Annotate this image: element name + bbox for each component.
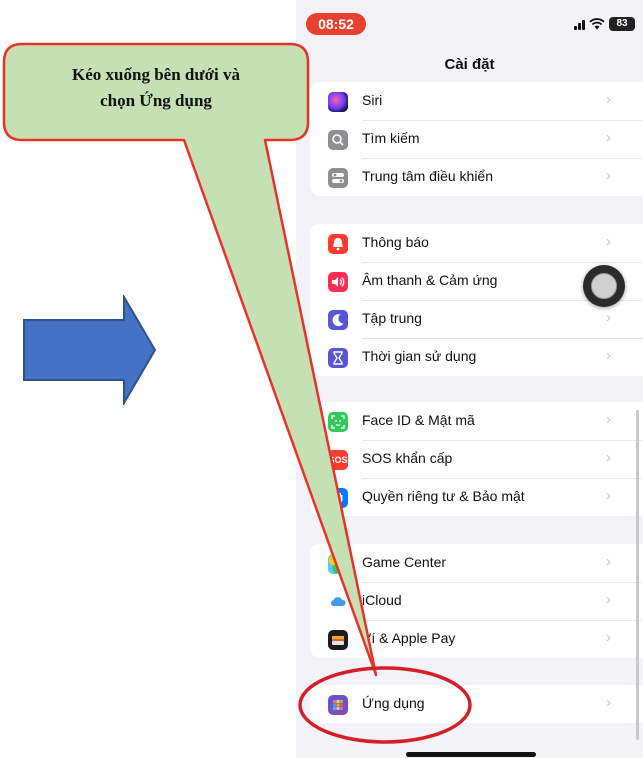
wallet-icon — [328, 630, 348, 650]
settings-group-security: Face ID & Mật mã › SOS SOS khẩn cấp › Qu… — [310, 402, 643, 516]
row-privacy-security[interactable]: Quyền riêng tư & Bảo mật › — [310, 478, 643, 516]
settings-screen: 08:52 83 Cài đặt Siri › Tìm kiếm › Trung… — [296, 0, 643, 758]
row-control-center[interactable]: Trung tâm điều khiển › — [310, 158, 643, 196]
row-label: Quyền riêng tư & Bảo mật — [362, 488, 525, 504]
privacy-hand-icon — [328, 488, 348, 508]
chevron-right-icon: › — [606, 694, 611, 711]
row-label: Face ID & Mật mã — [362, 412, 475, 428]
assistive-touch-ring — [591, 273, 617, 299]
chevron-right-icon: › — [606, 309, 611, 326]
row-screen-time[interactable]: Thời gian sử dụng › — [310, 338, 643, 376]
row-label: Trung tâm điều khiển — [362, 168, 493, 184]
settings-group-accounts: Game Center › iCloud › Ví & Apple Pay › — [310, 544, 643, 658]
callout-line-1: Kéo xuống bên dưới và — [72, 65, 240, 84]
sos-icon: SOS — [328, 450, 348, 470]
row-label: iCloud — [362, 592, 402, 608]
status-icons: 83 — [574, 14, 635, 34]
row-search[interactable]: Tìm kiếm › — [310, 120, 643, 158]
apps-grid-icon — [328, 695, 348, 715]
chevron-right-icon: › — [606, 91, 611, 108]
sound-icon — [328, 272, 348, 292]
callout-line-2: chọn Ứng dụng — [100, 91, 212, 110]
row-siri[interactable]: Siri › — [310, 82, 643, 120]
chevron-right-icon: › — [606, 629, 611, 646]
row-notifications[interactable]: Thông báo › — [310, 224, 643, 262]
chevron-right-icon: › — [606, 591, 611, 608]
cellular-signal-icon — [574, 18, 585, 30]
icloud-icon — [328, 592, 348, 612]
search-icon — [328, 130, 348, 150]
blue-right-arrow — [23, 295, 157, 405]
chevron-right-icon: › — [606, 449, 611, 466]
row-label: Tìm kiếm — [362, 130, 420, 146]
row-wallet[interactable]: Ví & Apple Pay › — [310, 620, 643, 658]
hourglass-icon — [328, 348, 348, 368]
chevron-right-icon: › — [606, 167, 611, 184]
row-label: Tập trung — [362, 310, 422, 326]
row-face-id[interactable]: Face ID & Mật mã › — [310, 402, 643, 440]
row-icloud[interactable]: iCloud › — [310, 582, 643, 620]
row-focus[interactable]: Tập trung › — [310, 300, 643, 338]
wifi-icon — [589, 18, 605, 30]
home-indicator[interactable] — [406, 752, 536, 757]
callout-text: Kéo xuống bên dưới và chọn Ứng dụng — [18, 62, 294, 114]
status-bar: 08:52 83 — [296, 0, 643, 42]
assistive-touch-button[interactable] — [583, 265, 625, 307]
siri-icon — [328, 92, 348, 112]
control-center-icon — [328, 168, 348, 188]
row-label: Game Center — [362, 554, 447, 570]
chevron-right-icon: › — [606, 487, 611, 504]
chevron-right-icon: › — [606, 347, 611, 364]
chevron-right-icon: › — [606, 553, 611, 570]
scroll-indicator[interactable] — [636, 410, 639, 740]
focus-moon-icon — [328, 310, 348, 330]
row-game-center[interactable]: Game Center › — [310, 544, 643, 582]
row-label: Ứng dụng — [362, 695, 425, 711]
settings-group-apps: Ứng dụng › — [310, 685, 643, 723]
row-label: Thời gian sử dụng — [362, 348, 477, 364]
row-label: Ví & Apple Pay — [362, 630, 456, 646]
chevron-right-icon: › — [606, 233, 611, 250]
row-label: SOS khẩn cấp — [362, 450, 453, 466]
chevron-right-icon: › — [606, 129, 611, 146]
row-emergency-sos[interactable]: SOS SOS khẩn cấp › — [310, 440, 643, 478]
chevron-right-icon: › — [606, 411, 611, 428]
notifications-icon — [328, 234, 348, 254]
page-title: Cài đặt — [444, 56, 495, 73]
row-label: Thông báo — [362, 234, 429, 250]
battery-icon: 83 — [609, 17, 635, 31]
status-time: 08:52 — [306, 13, 366, 35]
row-label: Siri — [362, 92, 383, 108]
row-apps[interactable]: Ứng dụng › — [310, 685, 643, 723]
face-id-icon — [328, 412, 348, 432]
row-label: Âm thanh & Cảm ứng — [362, 272, 498, 288]
game-center-icon — [328, 554, 348, 574]
settings-group-general: Siri › Tìm kiếm › Trung tâm điều khiển › — [310, 82, 643, 196]
